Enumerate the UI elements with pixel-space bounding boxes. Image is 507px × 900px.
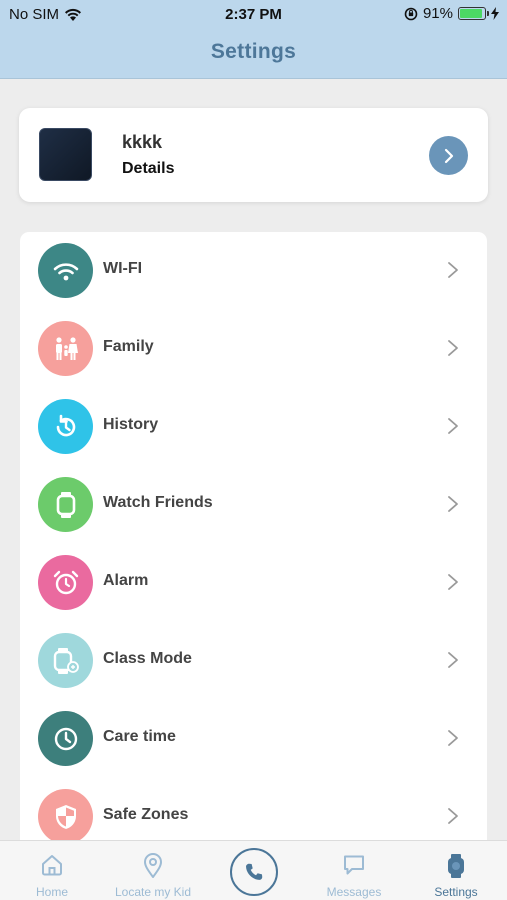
wifi-icon [38, 243, 93, 298]
menu-item-label: Family [103, 338, 154, 355]
chevron-right-icon [448, 418, 458, 434]
profile-name: kkkk [122, 132, 163, 152]
tab-settings[interactable]: Settings [420, 841, 492, 900]
menu-item-label: WI-FI [103, 260, 143, 277]
chevron-right-icon [448, 340, 458, 356]
chevron-right-icon [448, 730, 458, 746]
class-mode-icon [38, 633, 93, 688]
chevron-right-icon [448, 574, 458, 590]
menu-item-care-time[interactable]: Care time [20, 700, 487, 778]
menu-item-family[interactable]: Family [20, 310, 487, 388]
location-pin-icon [144, 853, 162, 878]
chevron-right-icon [448, 652, 458, 668]
battery-percent: 91% [422, 5, 453, 22]
tab-bar: Home Locate my Kid Messages Settings [0, 840, 507, 900]
phone-icon [246, 863, 263, 880]
profile-details-label: Details [122, 160, 175, 177]
shield-icon [38, 789, 93, 844]
history-icon [38, 399, 93, 454]
menu-item-watch-friends[interactable]: Watch Friends [20, 466, 487, 544]
status-right: 91% [404, 5, 499, 22]
menu-item-label: Class Mode [103, 650, 192, 667]
page-title: Settings [210, 40, 297, 63]
menu-item-alarm[interactable]: Alarm [20, 544, 487, 622]
nav-bar: Settings [0, 30, 507, 79]
menu-item-label: Safe Zones [103, 806, 189, 823]
menu-item-label: Alarm [103, 572, 149, 589]
tab-label: Locate my Kid [114, 885, 192, 899]
chat-icon [344, 855, 364, 875]
call-button[interactable] [230, 848, 278, 896]
menu-item-label: Watch Friends [103, 494, 213, 511]
menu-item-class-mode[interactable]: Class Mode [20, 622, 487, 700]
battery-fill [460, 9, 482, 18]
profile-details-button[interactable] [429, 136, 468, 175]
tab-label: Home [35, 885, 68, 899]
tab-label: Settings [434, 885, 478, 899]
chevron-right-icon [448, 808, 458, 824]
menu-item-wifi[interactable]: WI-FI [20, 232, 487, 310]
tab-messages[interactable]: Messages [318, 841, 390, 900]
family-icon [38, 321, 93, 376]
orientation-lock-icon [404, 7, 418, 20]
tab-home[interactable]: Home [14, 841, 90, 900]
status-bar: No SIM 2:37 PM 91% [0, 0, 507, 30]
alarm-icon [38, 555, 93, 610]
watch-icon [38, 477, 93, 532]
menu-item-label: Care time [103, 728, 176, 745]
avatar [39, 128, 92, 181]
menu-item-label: History [103, 416, 159, 433]
tab-locate-my-kid[interactable]: Locate my Kid [100, 841, 206, 900]
home-icon [42, 855, 62, 876]
settings-menu: WI-FI Family History Watch Friends Alarm… [20, 232, 487, 852]
watch-icon [448, 854, 464, 878]
profile-card[interactable]: kkkk Details [19, 108, 488, 202]
battery-icon [458, 7, 489, 20]
tab-label: Messages [326, 885, 382, 899]
charging-bolt-icon [491, 7, 499, 20]
chevron-right-icon [448, 262, 458, 278]
chevron-right-icon [448, 496, 458, 512]
menu-item-history[interactable]: History [20, 388, 487, 466]
clock-icon [38, 711, 93, 766]
chevron-right-icon [444, 148, 453, 163]
